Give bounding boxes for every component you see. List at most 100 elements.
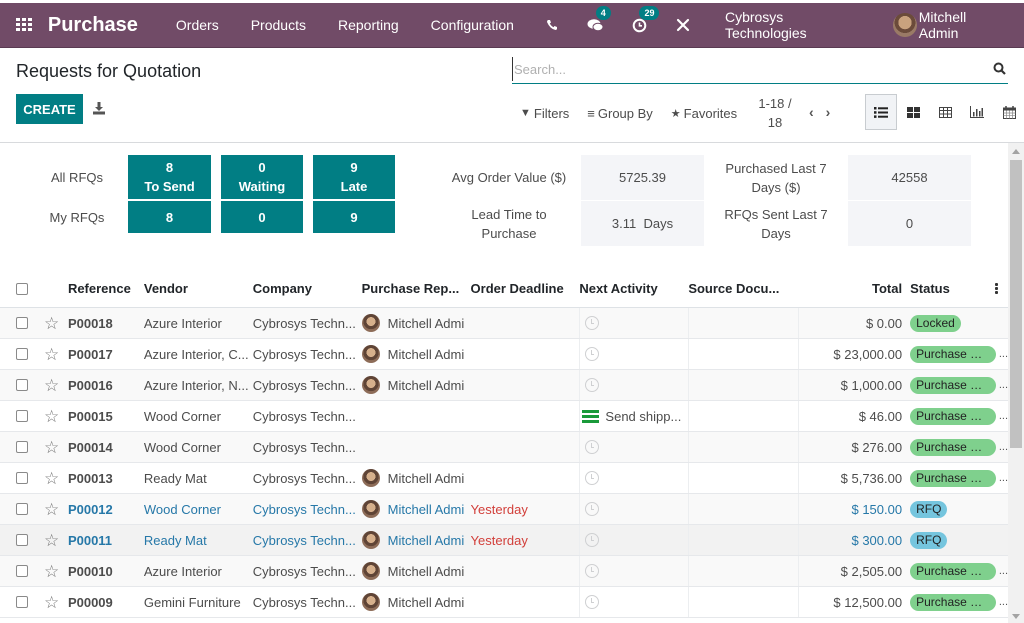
pager-arrows: ‹ ›	[809, 104, 830, 120]
scrollbar[interactable]	[1008, 143, 1024, 623]
next-activity-cell[interactable]	[579, 339, 688, 369]
table-row[interactable]: ☆ P00018 Azure Interior Cybrosys Techn... Mi…	[0, 308, 1008, 339]
search-options: ▼ Filters ≡ Group By ★ Favorites	[520, 96, 755, 130]
app-name[interactable]: Purchase	[48, 14, 138, 37]
row-checkbox[interactable]	[16, 534, 28, 546]
tile-all-late[interactable]: 9 Late	[313, 155, 395, 199]
next-activity-cell[interactable]	[579, 587, 688, 617]
view-calendar-button[interactable]	[993, 94, 1024, 130]
menu-orders[interactable]: Orders	[160, 17, 235, 33]
view-list-button[interactable]	[865, 94, 897, 130]
tools-icon[interactable]	[672, 14, 694, 36]
priority-star-icon[interactable]: ☆	[44, 563, 59, 580]
column-company[interactable]: Company	[253, 270, 362, 307]
column-order-deadline[interactable]: Order Deadline	[471, 270, 580, 307]
row-checkbox[interactable]	[16, 317, 28, 329]
activity-clock-icon[interactable]	[585, 316, 600, 330]
table-row[interactable]: ☆ P00013 Ready Mat Cybrosys Techn... Mitchel…	[0, 463, 1008, 494]
row-checkbox[interactable]	[16, 441, 28, 453]
row-checkbox[interactable]	[16, 348, 28, 360]
row-checkbox[interactable]	[16, 596, 28, 608]
tile-all-to-send[interactable]: 8 To Send	[128, 155, 211, 199]
tile-my-late[interactable]: 9	[313, 201, 395, 233]
table-row[interactable]: ☆ P00015 Wood Corner Cybrosys Techn... Send …	[0, 401, 1008, 432]
user-menu[interactable]: Mitchell Admin	[893, 9, 1008, 41]
activity-clock-icon[interactable]	[585, 564, 600, 578]
activity-clock-icon[interactable]	[585, 440, 600, 454]
column-next-activity[interactable]: Next Activity	[579, 270, 688, 307]
search-input[interactable]	[512, 57, 982, 81]
row-checkbox[interactable]	[16, 503, 28, 515]
tile-my-waiting[interactable]: 0	[221, 201, 303, 233]
table-row[interactable]: ☆ P00012 Wood Corner Cybrosys Techn... Mitch…	[0, 494, 1008, 525]
next-activity-cell[interactable]: Send shipp...	[579, 401, 688, 431]
priority-star-icon[interactable]: ☆	[44, 439, 59, 456]
row-checkbox[interactable]	[16, 472, 28, 484]
activity-type-icon[interactable]	[582, 409, 600, 423]
table-row[interactable]: ☆ P00009 Gemini Furniture Cybrosys Techn...…	[0, 587, 1008, 618]
priority-star-icon[interactable]: ☆	[44, 377, 59, 394]
priority-star-icon[interactable]: ☆	[44, 532, 59, 549]
next-activity-cell[interactable]	[579, 556, 688, 586]
select-all-checkbox[interactable]	[16, 282, 28, 295]
row-checkbox[interactable]	[16, 410, 28, 422]
menu-products[interactable]: Products	[235, 17, 322, 33]
view-pivot-button[interactable]	[929, 94, 961, 130]
table-row[interactable]: ☆ P00017 Azure Interior, C... Cybrosys Tech…	[0, 339, 1008, 370]
column-status[interactable]: Status	[902, 270, 1008, 307]
column-reference[interactable]: Reference	[68, 270, 144, 307]
scroll-down-icon[interactable]	[1012, 614, 1020, 619]
next-activity-cell[interactable]	[579, 494, 688, 524]
group-by-button[interactable]: ≡ Group By	[587, 106, 653, 121]
activity-clock-icon[interactable]	[585, 471, 600, 485]
pager-previous-icon[interactable]: ‹	[809, 104, 814, 120]
menu-reporting[interactable]: Reporting	[322, 17, 415, 33]
activity-clock-icon[interactable]	[585, 347, 600, 361]
column-source-document[interactable]: Source Docu...	[688, 270, 798, 307]
chat-icon[interactable]: 4	[585, 6, 611, 36]
tile-all-waiting[interactable]: 0 Waiting	[221, 155, 303, 199]
filters-button[interactable]: ▼ Filters	[520, 106, 569, 121]
activity-clock-icon[interactable]	[585, 378, 600, 392]
priority-star-icon[interactable]: ☆	[44, 315, 59, 332]
phone-icon[interactable]	[541, 14, 563, 36]
menu-configuration[interactable]: Configuration	[415, 17, 530, 33]
column-total[interactable]: Total	[798, 270, 902, 307]
pager-next-icon[interactable]: ›	[826, 104, 831, 120]
priority-star-icon[interactable]: ☆	[44, 470, 59, 487]
next-activity-cell[interactable]	[579, 525, 688, 555]
priority-star-icon[interactable]: ☆	[44, 594, 59, 611]
table-row[interactable]: ☆ P00011 Ready Mat Cybrosys Techn... Mitchel…	[0, 525, 1008, 556]
tile-my-to-send[interactable]: 8	[128, 201, 211, 233]
pager-value[interactable]: 1-18 / 18	[752, 94, 798, 132]
view-graph-button[interactable]	[961, 94, 993, 130]
apps-grid-icon[interactable]	[16, 18, 34, 32]
priority-star-icon[interactable]: ☆	[44, 501, 59, 518]
table-row[interactable]: ☆ P00016 Azure Interior, N... Cybrosys Tech…	[0, 370, 1008, 401]
table-row[interactable]: ☆ P00010 Azure Interior Cybrosys Techn... Mi…	[0, 556, 1008, 587]
next-activity-cell[interactable]	[579, 308, 688, 338]
search-icon[interactable]	[993, 62, 1006, 75]
next-activity-cell[interactable]	[579, 370, 688, 400]
download-icon[interactable]	[92, 101, 106, 115]
row-checkbox[interactable]	[16, 379, 28, 391]
table-row[interactable]: ☆ P00014 Wood Corner Cybrosys Techn... $ 276…	[0, 432, 1008, 463]
activity-clock-icon[interactable]	[585, 502, 600, 516]
scrollbar-thumb[interactable]	[1010, 160, 1022, 448]
activity-clock-icon[interactable]	[585, 533, 600, 547]
column-vendor[interactable]: Vendor	[144, 270, 253, 307]
favorites-button[interactable]: ★ Favorites	[671, 106, 737, 121]
view-kanban-button[interactable]	[897, 94, 929, 130]
company-switcher[interactable]: Cybrosys Technologies	[725, 9, 867, 41]
priority-star-icon[interactable]: ☆	[44, 408, 59, 425]
row-checkbox[interactable]	[16, 565, 28, 577]
optional-columns-icon[interactable]	[995, 282, 998, 295]
next-activity-cell[interactable]	[579, 463, 688, 493]
clock-activity-icon[interactable]: 29	[628, 6, 660, 36]
activity-clock-icon[interactable]	[585, 595, 600, 609]
next-activity-cell[interactable]	[579, 432, 688, 462]
scroll-up-icon[interactable]	[1012, 149, 1020, 154]
create-button[interactable]: CREATE	[16, 94, 83, 124]
column-purchase-rep[interactable]: Purchase Rep...	[362, 270, 471, 307]
priority-star-icon[interactable]: ☆	[44, 346, 59, 363]
